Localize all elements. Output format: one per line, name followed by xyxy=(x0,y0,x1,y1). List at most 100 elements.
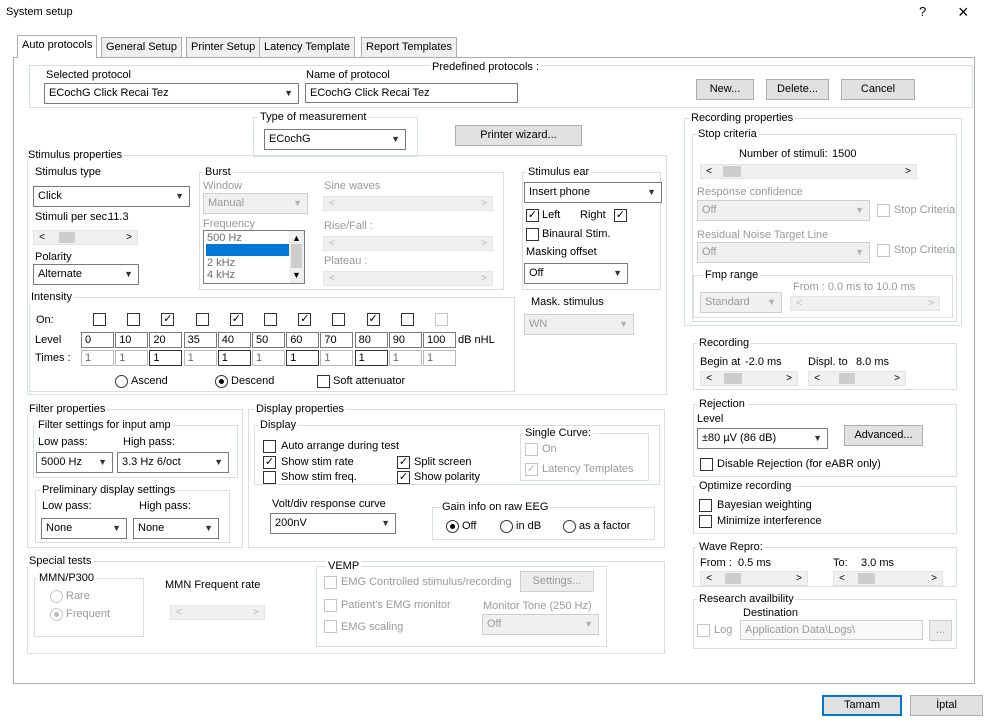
monitor-tone-dropdown[interactable]: Off ▼ xyxy=(482,614,599,635)
intensity-times-cell[interactable]: 1 xyxy=(183,350,217,366)
pre-high-pass-dropdown[interactable]: None ▼ xyxy=(133,518,219,539)
single-curve-on-checkbox[interactable] xyxy=(525,443,538,456)
noise-target-dropdown[interactable]: Off ▼ xyxy=(697,242,870,263)
intensity-times-cell[interactable]: 1 xyxy=(81,350,114,366)
low-pass-dropdown[interactable]: 5000 Hz ▼ xyxy=(36,452,113,473)
ascend-radio[interactable] xyxy=(115,375,128,388)
protocol-name-input[interactable]: ECochG Click Recai Tez xyxy=(305,83,518,103)
intensity-on-checkbox[interactable]: ✓ xyxy=(161,313,175,326)
intensity-level-cell[interactable]: 60 xyxy=(286,332,320,348)
mask-stimulus-dropdown[interactable]: WN ▼ xyxy=(524,314,634,335)
masking-offset-dropdown[interactable]: Off ▼ xyxy=(524,263,628,284)
mmn-frequent-rate-scrollbar[interactable]: < > xyxy=(170,605,265,620)
volt-div-dropdown[interactable]: 200nV ▼ xyxy=(270,513,396,534)
intensity-times-cell[interactable]: 1 xyxy=(252,350,285,366)
intensity-times-cell[interactable]: 1 xyxy=(354,350,388,366)
sine-waves-scrollbar[interactable]: < > xyxy=(323,196,493,211)
noise-stop-criteria-checkbox[interactable] xyxy=(877,244,890,257)
intensity-times-cell[interactable]: 1 xyxy=(286,350,320,366)
frequency-item[interactable]: 2 kHz xyxy=(206,257,289,269)
intensity-on-checkbox[interactable] xyxy=(400,313,414,326)
intensity-level-cell[interactable]: 0 xyxy=(81,332,114,348)
rise-fall-scrollbar[interactable]: < > xyxy=(323,236,493,251)
frequent-radio[interactable] xyxy=(50,608,63,621)
high-pass-dropdown[interactable]: 3.3 Hz 6/oct ▼ xyxy=(117,452,229,473)
plateau-scrollbar[interactable]: < > xyxy=(323,271,493,286)
right-ear-checkbox[interactable]: ✓ xyxy=(614,209,627,222)
intensity-on-checkbox[interactable] xyxy=(127,313,141,326)
disable-rejection-checkbox[interactable] xyxy=(700,458,713,471)
patient-emg-checkbox[interactable] xyxy=(324,599,337,612)
pre-low-pass-dropdown[interactable]: None ▼ xyxy=(41,518,127,539)
tab-report-templates[interactable]: Report Templates xyxy=(361,37,458,57)
intensity-on-checkbox[interactable]: ✓ xyxy=(229,313,243,326)
gain-factor-radio[interactable] xyxy=(563,520,576,533)
tab-general-setup[interactable]: General Setup xyxy=(101,37,182,57)
vemp-settings-button[interactable]: Settings... xyxy=(520,571,594,592)
show-stim-rate-checkbox[interactable]: ✓ xyxy=(263,456,276,469)
gain-off-radio[interactable] xyxy=(446,520,459,533)
intensity-on-checkbox[interactable] xyxy=(264,313,277,326)
fmp-range-scrollbar[interactable]: < > xyxy=(790,296,940,311)
intensity-level-cell[interactable]: 40 xyxy=(217,332,251,348)
fmp-range-dropdown[interactable]: Standard ▼ xyxy=(700,292,782,313)
intensity-level-cell[interactable]: 100 xyxy=(423,332,456,348)
show-polarity-checkbox[interactable]: ✓ xyxy=(397,471,410,484)
show-stim-freq-checkbox[interactable] xyxy=(263,471,276,484)
polarity-dropdown[interactable]: Alternate ▼ xyxy=(33,264,139,285)
intensity-times-cell[interactable]: 1 xyxy=(320,350,354,366)
frequency-item[interactable]: 4 kHz xyxy=(206,269,289,281)
wave-to-scrollbar[interactable]: < > xyxy=(833,571,943,586)
log-destination-input[interactable]: Application Data\Logs\ xyxy=(740,620,923,640)
intensity-level-cell[interactable]: 20 xyxy=(149,332,183,348)
close-icon[interactable]: × xyxy=(958,2,969,22)
bayesian-checkbox[interactable] xyxy=(699,499,712,512)
intensity-on-checkbox[interactable] xyxy=(195,313,209,326)
rare-radio[interactable] xyxy=(50,590,63,603)
emg-scaling-checkbox[interactable] xyxy=(324,620,337,633)
auto-arrange-checkbox[interactable] xyxy=(263,440,276,453)
num-stimuli-scrollbar[interactable]: < > xyxy=(700,164,917,179)
intensity-level-cell[interactable]: 50 xyxy=(252,332,285,348)
advanced-button[interactable]: Advanced... xyxy=(844,425,923,446)
gain-db-radio[interactable] xyxy=(500,520,513,533)
intensity-level-cell[interactable]: 10 xyxy=(115,332,149,348)
intensity-on-checkbox[interactable] xyxy=(93,313,106,326)
cancel-button[interactable]: İptal xyxy=(910,695,983,716)
ok-button[interactable]: Tamam xyxy=(822,695,902,716)
frequency-listbox[interactable]: 500 Hz 1 kHz 2 kHz 4 kHz ▲ ▼ xyxy=(203,230,305,284)
intensity-on-checkbox[interactable] xyxy=(332,313,346,326)
latency-templates-checkbox[interactable]: ✓ xyxy=(525,463,538,476)
printer-wizard-button[interactable]: Printer wizard... xyxy=(455,125,582,146)
intensity-times-cell[interactable]: 1 xyxy=(388,350,422,366)
stimuli-per-sec-scrollbar[interactable]: < > xyxy=(33,230,138,245)
descend-radio[interactable] xyxy=(215,375,228,388)
intensity-times-cell[interactable]: 1 xyxy=(149,350,183,366)
left-ear-checkbox[interactable]: ✓ xyxy=(526,209,539,222)
emg-controlled-checkbox[interactable] xyxy=(324,576,337,589)
intensity-level-cell[interactable]: 70 xyxy=(320,332,354,348)
intensity-level-cell[interactable]: 80 xyxy=(354,332,388,348)
intensity-times-cell[interactable]: 1 xyxy=(423,350,456,366)
stimulus-type-dropdown[interactable]: Click ▼ xyxy=(33,186,190,207)
begin-at-scrollbar[interactable]: < > xyxy=(700,371,798,386)
help-button[interactable]: ? xyxy=(919,5,926,18)
wave-from-scrollbar[interactable]: < > xyxy=(700,571,808,586)
new-protocol-button[interactable]: New... xyxy=(696,79,754,100)
minimize-interference-checkbox[interactable] xyxy=(699,515,712,528)
log-checkbox[interactable] xyxy=(697,624,710,637)
window-dropdown[interactable]: Manual ▼ xyxy=(203,193,308,214)
intensity-level-cell[interactable]: 90 xyxy=(388,332,422,348)
measurement-dropdown[interactable]: ECochG ▼ xyxy=(264,129,406,150)
listbox-scrollbar[interactable]: ▲ ▼ xyxy=(289,231,304,283)
frequency-item-selected[interactable]: 1 kHz xyxy=(206,244,289,256)
delete-protocol-button[interactable]: Delete... xyxy=(766,79,829,100)
intensity-times-cell[interactable]: 1 xyxy=(115,350,149,366)
response-confidence-dropdown[interactable]: Off ▼ xyxy=(697,200,870,221)
tab-auto-protocols[interactable]: Auto protocols xyxy=(17,35,98,58)
split-screen-checkbox[interactable]: ✓ xyxy=(397,456,410,469)
intensity-times-cell[interactable]: 1 xyxy=(217,350,251,366)
tab-printer-setup[interactable]: Printer Setup xyxy=(186,37,261,57)
stimulus-ear-dropdown[interactable]: Insert phone ▼ xyxy=(524,182,662,203)
tab-latency-template[interactable]: Latency Template xyxy=(259,37,356,57)
